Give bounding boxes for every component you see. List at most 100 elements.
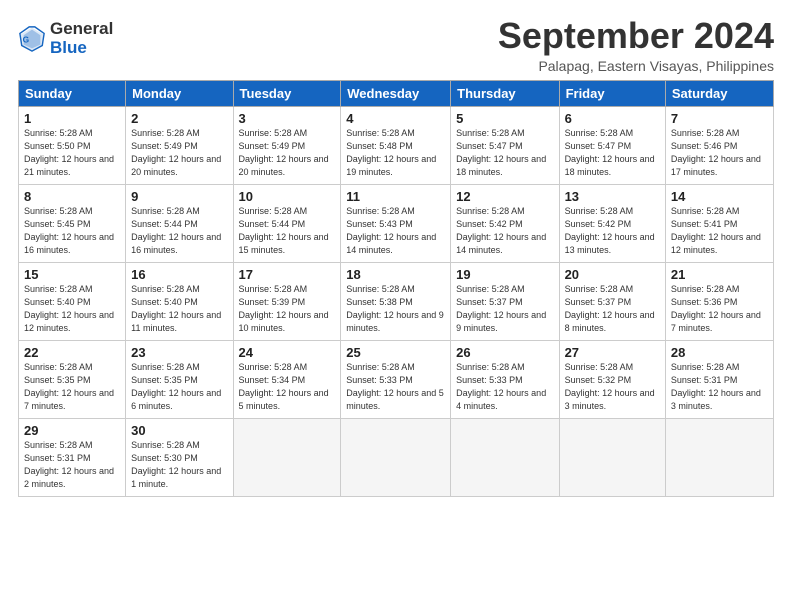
day-info: Sunrise: 5:28 AMSunset: 5:35 PMDaylight:… — [131, 361, 227, 413]
day-number: 15 — [24, 267, 120, 282]
day-info: Sunrise: 5:28 AMSunset: 5:41 PMDaylight:… — [671, 205, 768, 257]
week-row-5: 29Sunrise: 5:28 AMSunset: 5:31 PMDayligh… — [19, 418, 774, 496]
day-cell-6: 6Sunrise: 5:28 AMSunset: 5:47 PMDaylight… — [559, 106, 665, 184]
header: G General Blue September 2024 Palapag, E… — [18, 16, 774, 74]
day-number: 20 — [565, 267, 660, 282]
day-number: 28 — [671, 345, 768, 360]
day-number: 19 — [456, 267, 553, 282]
day-cell-14: 14Sunrise: 5:28 AMSunset: 5:41 PMDayligh… — [665, 184, 773, 262]
col-wednesday: Wednesday — [341, 80, 451, 106]
day-cell-20: 20Sunrise: 5:28 AMSunset: 5:37 PMDayligh… — [559, 262, 665, 340]
day-number: 6 — [565, 111, 660, 126]
day-number: 24 — [239, 345, 336, 360]
day-info: Sunrise: 5:28 AMSunset: 5:34 PMDaylight:… — [239, 361, 336, 413]
day-cell-1: 1Sunrise: 5:28 AMSunset: 5:50 PMDaylight… — [19, 106, 126, 184]
col-monday: Monday — [126, 80, 233, 106]
day-cell-24: 24Sunrise: 5:28 AMSunset: 5:34 PMDayligh… — [233, 340, 341, 418]
day-cell-3: 3Sunrise: 5:28 AMSunset: 5:49 PMDaylight… — [233, 106, 341, 184]
day-info: Sunrise: 5:28 AMSunset: 5:37 PMDaylight:… — [565, 283, 660, 335]
day-number: 13 — [565, 189, 660, 204]
day-info: Sunrise: 5:28 AMSunset: 5:33 PMDaylight:… — [346, 361, 445, 413]
day-info: Sunrise: 5:28 AMSunset: 5:45 PMDaylight:… — [24, 205, 120, 257]
day-info: Sunrise: 5:28 AMSunset: 5:36 PMDaylight:… — [671, 283, 768, 335]
day-number: 23 — [131, 345, 227, 360]
week-row-1: 1Sunrise: 5:28 AMSunset: 5:50 PMDaylight… — [19, 106, 774, 184]
day-info: Sunrise: 5:28 AMSunset: 5:33 PMDaylight:… — [456, 361, 553, 413]
day-number: 7 — [671, 111, 768, 126]
day-cell-7: 7Sunrise: 5:28 AMSunset: 5:46 PMDaylight… — [665, 106, 773, 184]
page: G General Blue September 2024 Palapag, E… — [0, 0, 792, 507]
day-number: 29 — [24, 423, 120, 438]
day-number: 26 — [456, 345, 553, 360]
day-info: Sunrise: 5:28 AMSunset: 5:42 PMDaylight:… — [456, 205, 553, 257]
col-saturday: Saturday — [665, 80, 773, 106]
logo-general: General — [50, 19, 113, 38]
day-cell-30: 30Sunrise: 5:28 AMSunset: 5:30 PMDayligh… — [126, 418, 233, 496]
week-row-2: 8Sunrise: 5:28 AMSunset: 5:45 PMDaylight… — [19, 184, 774, 262]
day-number: 21 — [671, 267, 768, 282]
day-info: Sunrise: 5:28 AMSunset: 5:38 PMDaylight:… — [346, 283, 445, 335]
location: Palapag, Eastern Visayas, Philippines — [498, 58, 774, 74]
day-number: 11 — [346, 189, 445, 204]
week-row-3: 15Sunrise: 5:28 AMSunset: 5:40 PMDayligh… — [19, 262, 774, 340]
day-info: Sunrise: 5:28 AMSunset: 5:35 PMDaylight:… — [24, 361, 120, 413]
day-info: Sunrise: 5:28 AMSunset: 5:31 PMDaylight:… — [24, 439, 120, 491]
logo-blue: Blue — [50, 39, 113, 58]
day-info: Sunrise: 5:28 AMSunset: 5:49 PMDaylight:… — [239, 127, 336, 179]
day-cell-4: 4Sunrise: 5:28 AMSunset: 5:48 PMDaylight… — [341, 106, 451, 184]
day-info: Sunrise: 5:28 AMSunset: 5:31 PMDaylight:… — [671, 361, 768, 413]
empty-cell — [233, 418, 341, 496]
col-friday: Friday — [559, 80, 665, 106]
day-cell-21: 21Sunrise: 5:28 AMSunset: 5:36 PMDayligh… — [665, 262, 773, 340]
empty-cell — [451, 418, 559, 496]
day-info: Sunrise: 5:28 AMSunset: 5:39 PMDaylight:… — [239, 283, 336, 335]
day-number: 25 — [346, 345, 445, 360]
day-info: Sunrise: 5:28 AMSunset: 5:44 PMDaylight:… — [239, 205, 336, 257]
day-cell-2: 2Sunrise: 5:28 AMSunset: 5:49 PMDaylight… — [126, 106, 233, 184]
day-cell-22: 22Sunrise: 5:28 AMSunset: 5:35 PMDayligh… — [19, 340, 126, 418]
day-cell-10: 10Sunrise: 5:28 AMSunset: 5:44 PMDayligh… — [233, 184, 341, 262]
day-number: 22 — [24, 345, 120, 360]
day-cell-29: 29Sunrise: 5:28 AMSunset: 5:31 PMDayligh… — [19, 418, 126, 496]
week-row-4: 22Sunrise: 5:28 AMSunset: 5:35 PMDayligh… — [19, 340, 774, 418]
calendar-header-row: Sunday Monday Tuesday Wednesday Thursday… — [19, 80, 774, 106]
empty-cell — [665, 418, 773, 496]
day-cell-25: 25Sunrise: 5:28 AMSunset: 5:33 PMDayligh… — [341, 340, 451, 418]
day-info: Sunrise: 5:28 AMSunset: 5:37 PMDaylight:… — [456, 283, 553, 335]
day-info: Sunrise: 5:28 AMSunset: 5:43 PMDaylight:… — [346, 205, 445, 257]
day-cell-16: 16Sunrise: 5:28 AMSunset: 5:40 PMDayligh… — [126, 262, 233, 340]
title-block: September 2024 Palapag, Eastern Visayas,… — [498, 16, 774, 74]
col-tuesday: Tuesday — [233, 80, 341, 106]
col-thursday: Thursday — [451, 80, 559, 106]
day-cell-15: 15Sunrise: 5:28 AMSunset: 5:40 PMDayligh… — [19, 262, 126, 340]
day-number: 12 — [456, 189, 553, 204]
day-info: Sunrise: 5:28 AMSunset: 5:46 PMDaylight:… — [671, 127, 768, 179]
day-cell-8: 8Sunrise: 5:28 AMSunset: 5:45 PMDaylight… — [19, 184, 126, 262]
logo: G General Blue — [18, 20, 113, 57]
calendar-table: Sunday Monday Tuesday Wednesday Thursday… — [18, 80, 774, 497]
day-info: Sunrise: 5:28 AMSunset: 5:47 PMDaylight:… — [456, 127, 553, 179]
empty-cell — [559, 418, 665, 496]
day-number: 17 — [239, 267, 336, 282]
day-info: Sunrise: 5:28 AMSunset: 5:48 PMDaylight:… — [346, 127, 445, 179]
day-number: 27 — [565, 345, 660, 360]
day-info: Sunrise: 5:28 AMSunset: 5:50 PMDaylight:… — [24, 127, 120, 179]
col-sunday: Sunday — [19, 80, 126, 106]
day-number: 2 — [131, 111, 227, 126]
day-cell-11: 11Sunrise: 5:28 AMSunset: 5:43 PMDayligh… — [341, 184, 451, 262]
day-info: Sunrise: 5:28 AMSunset: 5:47 PMDaylight:… — [565, 127, 660, 179]
day-number: 5 — [456, 111, 553, 126]
day-cell-9: 9Sunrise: 5:28 AMSunset: 5:44 PMDaylight… — [126, 184, 233, 262]
day-cell-26: 26Sunrise: 5:28 AMSunset: 5:33 PMDayligh… — [451, 340, 559, 418]
day-number: 18 — [346, 267, 445, 282]
svg-text:G: G — [23, 34, 30, 44]
logo-icon: G — [18, 25, 46, 53]
day-number: 1 — [24, 111, 120, 126]
logo-text: General Blue — [50, 20, 113, 57]
day-cell-17: 17Sunrise: 5:28 AMSunset: 5:39 PMDayligh… — [233, 262, 341, 340]
day-cell-12: 12Sunrise: 5:28 AMSunset: 5:42 PMDayligh… — [451, 184, 559, 262]
day-info: Sunrise: 5:28 AMSunset: 5:44 PMDaylight:… — [131, 205, 227, 257]
day-info: Sunrise: 5:28 AMSunset: 5:49 PMDaylight:… — [131, 127, 227, 179]
day-cell-23: 23Sunrise: 5:28 AMSunset: 5:35 PMDayligh… — [126, 340, 233, 418]
day-cell-27: 27Sunrise: 5:28 AMSunset: 5:32 PMDayligh… — [559, 340, 665, 418]
